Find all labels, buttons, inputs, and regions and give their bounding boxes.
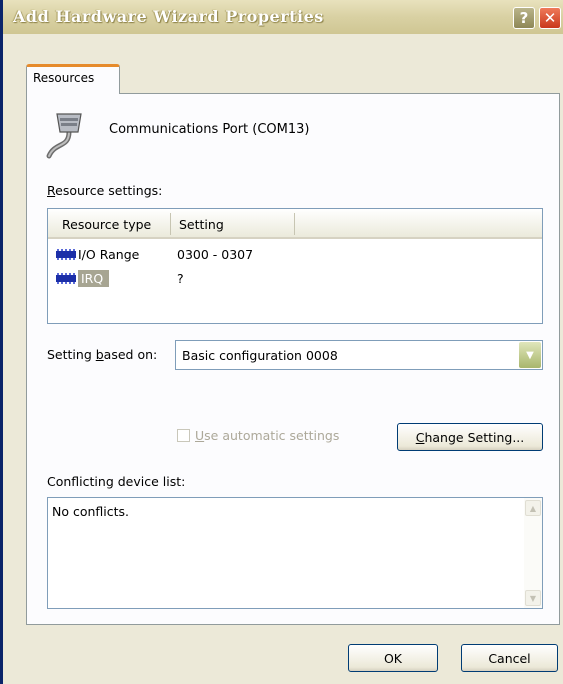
resource-list-header: Resource type Setting bbox=[48, 209, 542, 239]
tab-resources-label: Resources bbox=[33, 71, 95, 85]
resource-list[interactable]: Resource type Setting I/O Range 0300 - 0… bbox=[47, 208, 543, 324]
conflicting-device-list[interactable]: No conflicts. ▲ ▼ bbox=[47, 497, 543, 609]
resource-settings-label: Resource settings: bbox=[47, 183, 163, 198]
ok-button[interactable]: OK bbox=[348, 644, 438, 672]
title-bar[interactable]: Add Hardware Wizard Properties ? ✕ bbox=[3, 0, 563, 34]
device-name: Communications Port (COM13) bbox=[109, 122, 310, 137]
window-title: Add Hardware Wizard Properties bbox=[13, 7, 324, 26]
cancel-button[interactable]: Cancel bbox=[461, 644, 558, 672]
vertical-scrollbar[interactable]: ▲ ▼ bbox=[524, 498, 542, 608]
table-row[interactable]: I/O Range 0300 - 0307 bbox=[48, 245, 542, 265]
column-header-resource-type[interactable]: Resource type bbox=[62, 217, 151, 232]
tab-resources[interactable]: Resources bbox=[26, 64, 120, 94]
conflicting-device-list-label: Conflicting device list: bbox=[47, 474, 186, 489]
chevron-down-icon[interactable]: ▼ bbox=[519, 342, 541, 368]
use-automatic-settings-label: Use automatic settings bbox=[195, 428, 340, 443]
chip-icon bbox=[56, 249, 76, 260]
setting-cell: 0300 - 0307 bbox=[177, 247, 254, 262]
column-header-setting[interactable]: Setting bbox=[179, 217, 224, 232]
setting-based-on-select[interactable]: Basic configuration 0008 ▼ bbox=[175, 340, 543, 370]
chip-icon bbox=[56, 273, 76, 284]
serial-port-icon bbox=[46, 113, 82, 159]
setting-based-on-value: Basic configuration 0008 bbox=[182, 348, 338, 363]
resource-type-cell-selected: IRQ bbox=[78, 270, 110, 287]
scroll-down-icon[interactable]: ▼ bbox=[525, 590, 541, 606]
change-setting-button[interactable]: Change Setting... bbox=[397, 423, 543, 451]
setting-cell: ? bbox=[177, 271, 184, 286]
table-row[interactable]: IRQ ? bbox=[48, 269, 542, 289]
properties-window: Add Hardware Wizard Properties ? ✕ Resou… bbox=[0, 0, 563, 684]
use-automatic-settings-checkbox[interactable] bbox=[177, 429, 190, 442]
scroll-up-icon[interactable]: ▲ bbox=[525, 500, 541, 516]
help-button[interactable]: ? bbox=[513, 7, 535, 29]
close-button[interactable]: ✕ bbox=[539, 7, 561, 29]
setting-based-on-label: Setting based on: bbox=[47, 347, 158, 362]
resource-type-cell: I/O Range bbox=[78, 247, 140, 262]
conflicts-text: No conflicts. bbox=[52, 504, 130, 519]
